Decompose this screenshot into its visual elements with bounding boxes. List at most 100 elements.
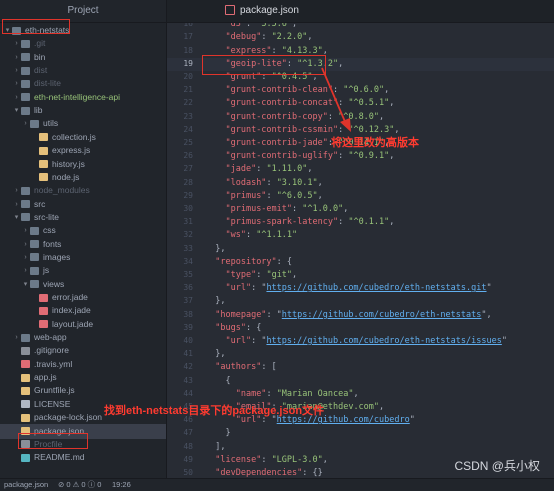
code-token: }, [205, 349, 226, 360]
js-icon [39, 146, 48, 155]
code-line[interactable]: "primus": "^6.0.5", [205, 190, 323, 201]
line-number: 22 [183, 98, 193, 108]
line-number: 33 [183, 243, 193, 253]
code-line[interactable]: "devDependencies": {} [205, 468, 323, 478]
code-line[interactable]: "homepage": "https://github.com/cubedro/… [205, 309, 492, 320]
code-token: : { [276, 256, 293, 267]
line-number: 41 [183, 349, 193, 359]
code-token: "primus-spark-latency" [225, 217, 339, 228]
code-line[interactable]: "lodash": "3.10.1", [205, 177, 323, 188]
code-token: , [317, 190, 323, 201]
line-number: 26 [183, 151, 193, 161]
code-line[interactable]: "license": "LGPL-3.0", [205, 455, 328, 465]
code-line[interactable]: ], [205, 442, 225, 452]
code-token: "^1.0.0" [302, 204, 344, 214]
tab-package-json[interactable]: package.json [217, 0, 307, 22]
code-token: , [379, 111, 385, 122]
folder-icon [21, 79, 30, 88]
code-line[interactable]: "url": "https://github.com/cubedro/eth-n… [205, 336, 506, 346]
line-number: 27 [183, 164, 193, 174]
line-number: 29 [183, 190, 193, 200]
folder-icon [21, 186, 30, 195]
code-token: "repository" [215, 256, 277, 267]
tree-item[interactable]: README.md [0, 450, 166, 465]
line-number: 24 [183, 124, 193, 134]
code-line[interactable]: }, [205, 244, 225, 254]
code-line[interactable]: "primus-emit": "^1.0.0", [205, 204, 348, 214]
line-number: 39 [183, 322, 193, 332]
code-token: : [338, 217, 349, 228]
code-line[interactable]: "primus-spark-latency": "^0.1.1", [205, 217, 394, 227]
tab-label: package.json [240, 5, 299, 16]
code-token: , [389, 98, 395, 109]
folder-icon [21, 213, 30, 222]
folder-icon [21, 106, 30, 115]
code-token: "primus-emit" [225, 204, 293, 214]
code-line[interactable]: "grunt-contrib-uglify": "^0.9.1", [205, 151, 394, 161]
code-token: "jade" [225, 164, 257, 175]
line-number: 43 [183, 375, 193, 385]
code-token: : [256, 164, 267, 175]
code-line[interactable]: }, [205, 349, 225, 359]
code-line[interactable]: { [205, 375, 231, 386]
link-token[interactable]: https://github.com/cubedro/eth-netstats.… [266, 283, 486, 293]
tree-item-label: README.md [34, 452, 85, 463]
status-diagnostics[interactable]: ⊘ 0 ⚠ 0 ⓘ 0 [58, 479, 101, 491]
code-line[interactable]: }, [205, 296, 225, 306]
line-number: 35 [183, 270, 193, 279]
code-token: "grunt-contrib-uglify" [225, 151, 339, 162]
link-token[interactable]: https://github.com/cubedro/eth-netstats [282, 310, 482, 320]
code-token: , [317, 177, 323, 188]
code-token: : {} [302, 468, 323, 478]
yml-icon [21, 360, 30, 369]
line-number: 30 [183, 204, 193, 213]
code-line[interactable]: "grunt-contrib-clean": "^0.6.0", [205, 85, 389, 95]
code-line[interactable]: "jade": "1.11.0", [205, 164, 312, 175]
code-token: ", [481, 309, 492, 320]
line-number: 37 [183, 296, 193, 306]
code-token: "^6.0.5" [276, 190, 318, 201]
code-token: : " [251, 336, 267, 346]
code-token: : [261, 32, 272, 43]
md-icon [21, 453, 30, 462]
code-token: , [389, 217, 395, 228]
code-token: : " [266, 309, 282, 320]
code-line[interactable]: "name": "Marian Oancea", [205, 389, 359, 399]
link-token[interactable]: https://github.com/cubedro/eth-netstats/… [266, 336, 501, 346]
code-token: , [389, 151, 395, 162]
code-line[interactable]: "type": "git", [205, 270, 297, 280]
status-bar: package.json ⊘ 0 ⚠ 0 ⓘ 0 19:26 [0, 478, 554, 491]
code-token: , [379, 402, 385, 412]
code-line[interactable]: } [205, 428, 230, 438]
line-number: 31 [183, 217, 193, 227]
code-line[interactable]: "url": "https://github.com/cubedro/eth-n… [205, 283, 491, 293]
folder-icon [30, 253, 39, 262]
highlight-box-root-folder [2, 19, 70, 34]
code-line[interactable]: "grunt-contrib-concat": "^0.5.1", [205, 98, 394, 108]
line-number: 36 [183, 283, 193, 293]
code-token: : [266, 190, 277, 201]
code-token: , [292, 270, 298, 280]
code-line[interactable]: "ws": "^1.1.1" [205, 230, 297, 240]
code-line[interactable]: "bugs": { [205, 323, 261, 333]
line-number: 19 [183, 58, 193, 68]
code-token: "authors" [215, 362, 262, 373]
line-number: 21 [183, 85, 193, 95]
status-file[interactable]: package.json [4, 479, 48, 491]
code-line[interactable]: "debug": "2.2.0", [205, 32, 312, 43]
code-line[interactable]: "repository": { [205, 257, 292, 267]
code-line[interactable]: "authors": [ [205, 362, 276, 373]
code-token: , [384, 85, 390, 96]
file-icon [21, 346, 30, 355]
code-token: { [205, 375, 231, 386]
code-token: "primus" [225, 190, 267, 201]
